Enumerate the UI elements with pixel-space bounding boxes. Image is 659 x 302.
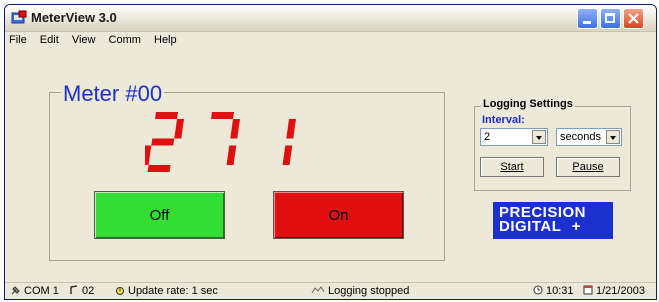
- status-logging: Logging stopped: [311, 285, 409, 297]
- maximize-button[interactable]: [600, 8, 621, 29]
- interval-unit: seconds: [560, 131, 601, 143]
- digit-segment: [155, 112, 178, 119]
- start-button[interactable]: Start: [480, 157, 544, 177]
- status-update-rate: Update rate: 1 sec: [115, 285, 218, 297]
- meter-display: [145, 112, 297, 172]
- status-address-text: 02: [82, 285, 95, 297]
- meter-digit: [145, 112, 185, 172]
- status-address: 02: [69, 285, 94, 297]
- digit-segment: [226, 145, 237, 165]
- title-bar[interactable]: MeterView 3.0: [5, 5, 656, 32]
- close-icon: [628, 13, 639, 24]
- status-time: 10:31: [533, 285, 574, 297]
- stopwatch-icon: [116, 287, 124, 295]
- status-date-text: 1/21/2003: [596, 285, 645, 297]
- close-button[interactable]: [623, 8, 644, 29]
- minimize-button[interactable]: [577, 8, 598, 29]
- menu-comm[interactable]: Comm: [105, 32, 147, 46]
- address-icon: [70, 285, 78, 294]
- window-title: MeterView 3.0: [31, 10, 117, 25]
- menu-bar: File Edit View Comm Help: [5, 32, 656, 50]
- meterview-window: MeterView 3.0 File Edit View Comm Help M…: [4, 4, 657, 300]
- logo-line2: DIGITAL: [499, 218, 562, 235]
- chevron-down-icon[interactable]: [606, 130, 620, 144]
- logging-settings-title: Logging Settings: [481, 98, 575, 110]
- digit-segment: [147, 165, 171, 172]
- menu-edit[interactable]: Edit: [36, 32, 65, 46]
- status-logging-text: Logging stopped: [328, 285, 410, 297]
- logo-plus-symbol: +: [571, 218, 582, 235]
- digit-segment: [174, 119, 185, 139]
- digit-segment: [282, 145, 293, 165]
- digit-segment: [211, 112, 234, 119]
- clock-icon: [533, 285, 543, 295]
- interval-value-select[interactable]: 2: [480, 128, 548, 146]
- digit-segment: [151, 138, 175, 146]
- status-bar: COM 1 02 Update rate: 1 sec Logging stop…: [5, 282, 656, 299]
- interval-value: 2: [484, 131, 491, 143]
- log-icon: [311, 286, 325, 294]
- chevron-down-icon[interactable]: [532, 130, 546, 144]
- status-update-rate-text: Update rate: 1 sec: [128, 285, 218, 297]
- status-port-text: COM 1: [24, 285, 59, 297]
- pause-button[interactable]: Pause: [556, 157, 620, 177]
- start-button-label: Start: [500, 161, 524, 173]
- on-button-label: On: [328, 206, 349, 224]
- app-icon: [11, 10, 27, 24]
- digit-segment: [230, 119, 241, 139]
- menu-help[interactable]: Help: [150, 32, 183, 46]
- calendar-icon: [583, 285, 593, 295]
- interval-label: Interval:: [482, 114, 525, 126]
- pause-button-label: Pause: [572, 161, 604, 173]
- digit-segment: [145, 145, 152, 165]
- plug-icon: [11, 286, 20, 295]
- status-port: COM 1: [11, 285, 59, 297]
- menu-view[interactable]: View: [68, 32, 102, 46]
- digit-segment: [286, 119, 297, 139]
- status-time-text: 10:31: [546, 285, 574, 297]
- off-button[interactable]: Off: [94, 191, 225, 239]
- meter-digit: [211, 112, 241, 165]
- maximize-icon: [605, 13, 615, 23]
- on-button[interactable]: On: [273, 191, 404, 239]
- precision-digital-logo: PRECISION DIGITAL +: [493, 202, 613, 239]
- menu-file[interactable]: File: [5, 32, 33, 46]
- off-button-label: Off: [149, 206, 170, 224]
- meter-title: Meter #00: [61, 81, 165, 107]
- meter-digit: [282, 119, 297, 165]
- interval-unit-select[interactable]: seconds: [556, 128, 622, 146]
- status-date: 1/21/2003: [583, 285, 645, 297]
- minimize-icon: [583, 21, 591, 24]
